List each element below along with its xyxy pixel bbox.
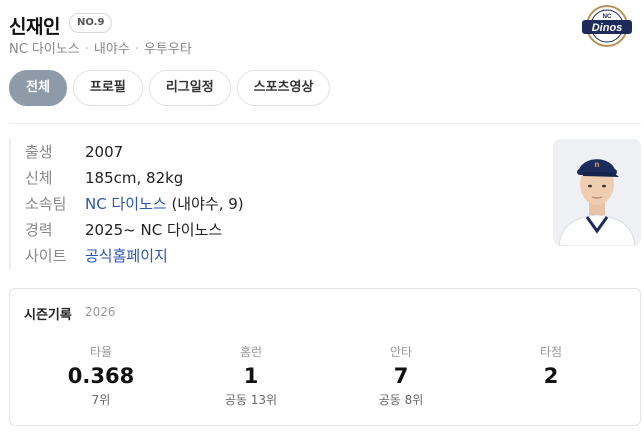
logo-text: Dinos: [592, 22, 623, 34]
tab-league-schedule[interactable]: 리그일정: [148, 70, 231, 106]
career-row: 경력 2025~ NC 다이노스: [25, 219, 222, 240]
player-photo: n: [553, 139, 641, 246]
stat-label: 타점: [539, 345, 563, 359]
player-position: 내야수: [93, 42, 130, 57]
birth-row: 출생 2007: [25, 141, 123, 162]
stat-label: 홈런: [239, 345, 263, 359]
profile-info: 출생 2007 신체 185cm, 82kg 소속팀 NC 다이노스 (내야수, 9)…: [9, 138, 529, 270]
official-site-link[interactable]: 공식홈페이지: [85, 247, 168, 265]
stat-hits: 안타 7 공동 8위: [326, 343, 476, 408]
stat-label: 타율: [89, 345, 113, 359]
uniform-number-badge: NO.9: [69, 13, 113, 33]
nc-dinos-logo-icon[interactable]: NC Dinos: [578, 4, 636, 48]
season-year: 2026: [85, 305, 116, 319]
stat-rank: 7위: [91, 393, 111, 407]
tab-all[interactable]: 전체: [9, 70, 67, 106]
stat-value: 7: [393, 364, 409, 388]
tab-bar: 전체 프로필 리그일정 스포츠영상: [9, 70, 331, 106]
stat-rbi: 타점 2: [476, 343, 626, 391]
stat-rank: 공동 8위: [378, 393, 424, 407]
player-hand: 우투우타: [143, 42, 192, 57]
tab-profile[interactable]: 프로필: [72, 70, 143, 106]
career-label: 경력: [25, 221, 53, 239]
stat-batting-average: 타율 0.368 7위: [26, 343, 176, 408]
body-row: 신체 185cm, 82kg: [25, 167, 183, 188]
career-value: 2025~ NC 다이노스: [85, 221, 223, 239]
stat-rank: 공동 13위: [224, 393, 278, 407]
player-subline: NC 다이노스 · 내야수 · 우투우타: [9, 38, 192, 57]
birth-value: 2007: [85, 143, 124, 161]
team-detail: (내야수, 9): [166, 195, 244, 213]
separator: ·: [84, 42, 89, 57]
stat-value: 0.368: [67, 364, 135, 388]
svg-text:n: n: [595, 160, 600, 169]
site-label: 사이트: [25, 247, 67, 265]
section-divider: [9, 123, 641, 124]
team-link[interactable]: NC 다이노스: [85, 195, 167, 213]
logo-small-text: NC: [603, 14, 612, 20]
stat-value: 2: [543, 364, 559, 388]
birth-label: 출생: [25, 143, 53, 161]
team-row: 소속팀 NC 다이노스 (내야수, 9): [25, 193, 244, 214]
site-row: 사이트 공식홈페이지: [25, 245, 168, 266]
stat-value: 1: [243, 364, 259, 388]
player-name: 신재인: [9, 16, 60, 38]
team-label: 소속팀: [25, 195, 67, 213]
player-team[interactable]: NC 다이노스: [9, 42, 80, 57]
tab-sports-video[interactable]: 스포츠영상: [236, 70, 331, 106]
separator: ·: [134, 42, 139, 57]
body-value: 185cm, 82kg: [85, 169, 184, 187]
stat-home-runs: 홈런 1 공동 13위: [176, 343, 326, 408]
player-avatar-icon: n: [553, 139, 641, 246]
body-label: 신체: [25, 169, 53, 187]
stat-label: 안타: [389, 345, 413, 359]
player-header: 신재인 NO.9 NC 다이노스 · 내야수 · 우투우타: [9, 10, 635, 62]
season-title: 시즌기록: [24, 308, 72, 323]
season-record-card: 시즌기록 2026 타율 0.368 7위 홈런 1 공동 13위 안타 7 공…: [9, 288, 641, 426]
